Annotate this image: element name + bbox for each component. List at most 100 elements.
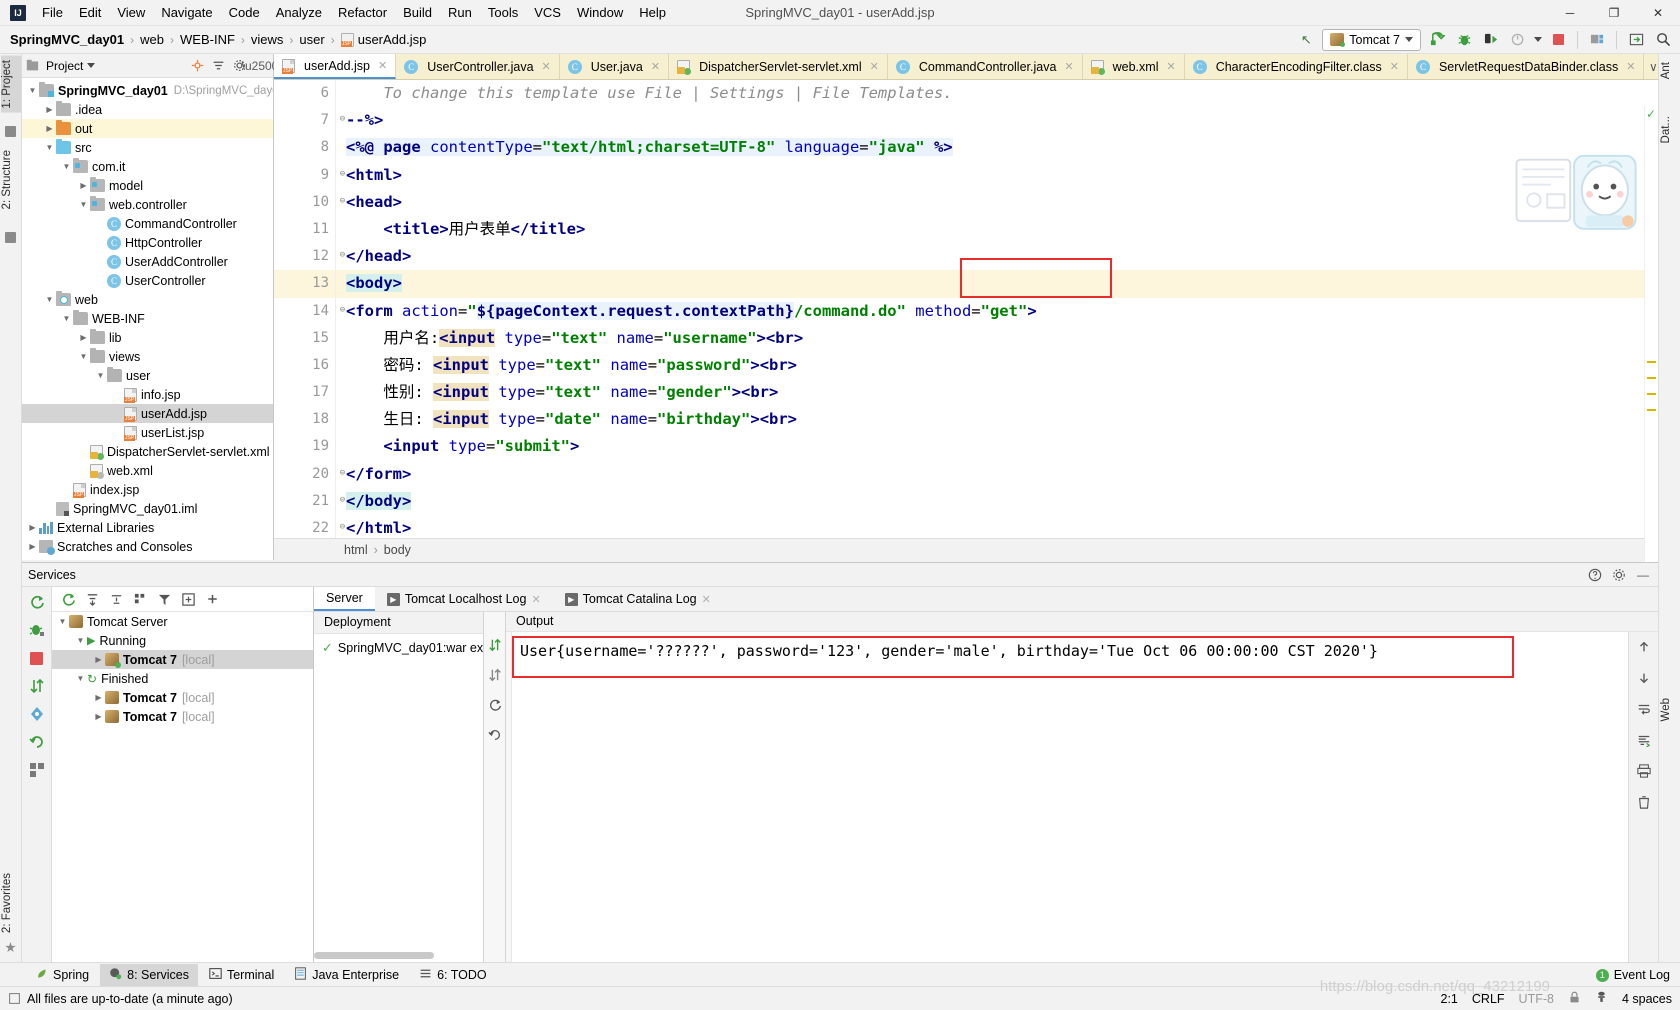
chevron-right-icon[interactable]: ▶ [92,712,105,721]
gear-icon[interactable] [1610,566,1628,584]
menu-view[interactable]: View [109,2,153,23]
project-tree-node[interactable]: ▶CUserAddController [22,252,273,271]
close-tab-icon[interactable]: ✕ [651,60,660,73]
restart-icon[interactable] [28,733,46,751]
line-number[interactable]: 13⊖ [274,270,345,298]
project-tree-node[interactable]: ▼ web [22,290,273,309]
project-tree-node[interactable]: ▶ External Libraries [22,518,273,537]
menu-build[interactable]: Build [395,2,440,23]
run-icon[interactable] [1426,29,1448,51]
breadcrumb-file[interactable]: userAdd.jsp [358,32,427,47]
project-tree-node[interactable]: ▼ web.controller [22,195,273,214]
stop-icon[interactable] [1547,29,1569,51]
line-number[interactable]: 19 [274,433,335,460]
line-number[interactable]: 9 ⊖ [274,162,346,189]
menu-tools[interactable]: Tools [480,2,526,23]
print-icon[interactable] [1636,764,1651,781]
tool-tab-database[interactable]: Dat... [1660,112,1680,147]
event-log-button[interactable]: 1 Event Log [1595,968,1670,982]
back-arrow-icon[interactable]: ↖ [1295,29,1317,51]
chevron-down-icon[interactable]: ▼ [26,86,39,95]
chevron-right-icon[interactable]: ▶ [43,124,56,133]
line-number[interactable]: 7 ⊖ [274,107,346,134]
code-line[interactable]: 密码: <input type="text" name="password"><… [336,352,1658,379]
code-line[interactable]: </head> [336,243,1658,270]
git-branch-icon[interactable] [1595,990,1608,1007]
project-tree-node[interactable]: ▼ src [22,138,273,157]
chevron-right-icon[interactable]: ▶ [92,693,105,702]
filter-icon[interactable] [156,591,173,608]
redeploy-icon[interactable] [488,698,502,715]
project-tree-node[interactable]: ▼ com.it [22,157,273,176]
project-tree-node[interactable]: ▶ out [22,119,273,138]
bottom-tool-tab[interactable]: Terminal [200,964,283,986]
close-tab-icon[interactable]: ✕ [1390,60,1399,73]
maximize-button[interactable]: ❐ [1592,0,1636,26]
undeploy-icon[interactable] [488,668,502,685]
bottom-tool-tab[interactable]: Java Enterprise [285,964,408,986]
line-number[interactable]: 8 [274,134,335,161]
scroll-up-icon[interactable] [1637,640,1651,657]
bottom-tool-window-bar[interactable]: Spring 8: Services Terminal Java Enterprise… [0,962,1680,986]
services-tab[interactable]: Server [314,587,375,611]
project-tree-node[interactable]: ▶web.xml [22,461,273,480]
chevron-down-icon[interactable]: ▼ [60,162,73,171]
project-tree-node[interactable]: ▼ SpringMVC_day01 D:\SpringMVC_day0 [22,81,273,100]
line-number[interactable]: 17 [274,379,335,406]
line-number[interactable]: 10 ⊖ [274,189,345,216]
code-line[interactable]: </html> [336,515,1658,538]
menu-help[interactable]: Help [631,2,674,23]
project-tree-node[interactable]: ▶ model [22,176,273,195]
tool-tab-ant[interactable]: Ant [1660,58,1680,83]
breadcrumb-web[interactable]: web [140,32,164,47]
services-tree-node[interactable]: ▶ Tomcat 7 [local] [52,688,313,707]
chevron-right-icon[interactable]: ▶ [26,523,39,532]
services-tab-bar[interactable]: Server ▶ Tomcat Localhost Log ✕ ▶ Tomcat Cata… [314,587,1658,612]
stop-icon[interactable] [28,649,46,667]
editor-breadcrumb-html[interactable]: html [344,543,368,557]
services-tree[interactable]: ▼ Tomcat Server ▼ ▶ Running ▶ Tomcat 7 [local] ▼… [52,612,313,726]
chevron-right-icon[interactable]: ▶ [26,542,39,551]
group-icon[interactable] [132,591,149,608]
collapse-all-icon[interactable] [108,591,125,608]
chevron-down-icon[interactable]: ▼ [74,674,87,683]
line-number[interactable]: 16 [274,352,335,379]
services-tree-node[interactable]: ▼ Tomcat Server [52,612,313,631]
close-tab-icon[interactable]: ✕ [531,593,540,606]
breadcrumb-project[interactable]: SpringMVC_day01 [10,32,124,47]
code-line[interactable]: 生日: <input type="date" name="birthday"><… [336,406,1658,433]
close-tab-icon[interactable]: ✕ [1064,60,1073,73]
chevron-down-icon[interactable]: ▼ [60,314,73,323]
editor-tab[interactable]: C User.java ✕ [560,54,670,79]
code-line[interactable]: <%@ page contentType="text/html;charset=… [336,134,1658,161]
project-tree-node[interactable]: ▶SpringMVC_day01.iml [22,499,273,518]
collapse-all-icon[interactable] [209,57,227,75]
chevron-down-icon[interactable]: ▼ [43,295,56,304]
close-tab-icon[interactable]: ✕ [542,60,551,73]
rerun-icon[interactable] [28,593,46,611]
line-number[interactable]: 14 ⊖ [274,298,345,325]
code-line[interactable]: <html> [336,162,1658,189]
run-coverage-icon[interactable] [1480,29,1502,51]
close-tab-icon[interactable]: ✕ [702,593,711,606]
breadcrumb-webinf[interactable]: WEB-INF [180,32,235,47]
help-icon[interactable] [1586,566,1604,584]
editor-tab[interactable]: DispatcherServlet-servlet.xml ✕ [669,54,888,79]
menu-code[interactable]: Code [221,2,268,23]
close-tab-icon[interactable]: ✕ [378,59,387,72]
layout-icon[interactable] [28,761,46,779]
close-tab-icon[interactable]: ✕ [1166,60,1175,73]
line-number[interactable]: 20 ⊖ [274,461,345,488]
editor-tab[interactable]: C CharacterEncodingFilter.class ✕ [1185,54,1408,79]
code-line[interactable]: <input type="submit"> [336,433,1658,460]
line-separator[interactable]: CRLF [1472,992,1505,1006]
error-stripe[interactable]: ✓ [1644,106,1658,564]
line-number[interactable]: 15 [274,325,335,352]
project-tree-node[interactable]: ▶info.jsp [22,385,273,404]
chevron-right-icon[interactable]: ▶ [77,181,90,190]
menu-file[interactable]: File [34,2,71,23]
services-tree-node[interactable]: ▼ ↻ Finished [52,669,313,688]
menu-edit[interactable]: Edit [71,2,109,23]
soft-wrap-icon[interactable] [1637,702,1651,719]
editor-tab[interactable]: C CommandController.java ✕ [888,54,1083,79]
